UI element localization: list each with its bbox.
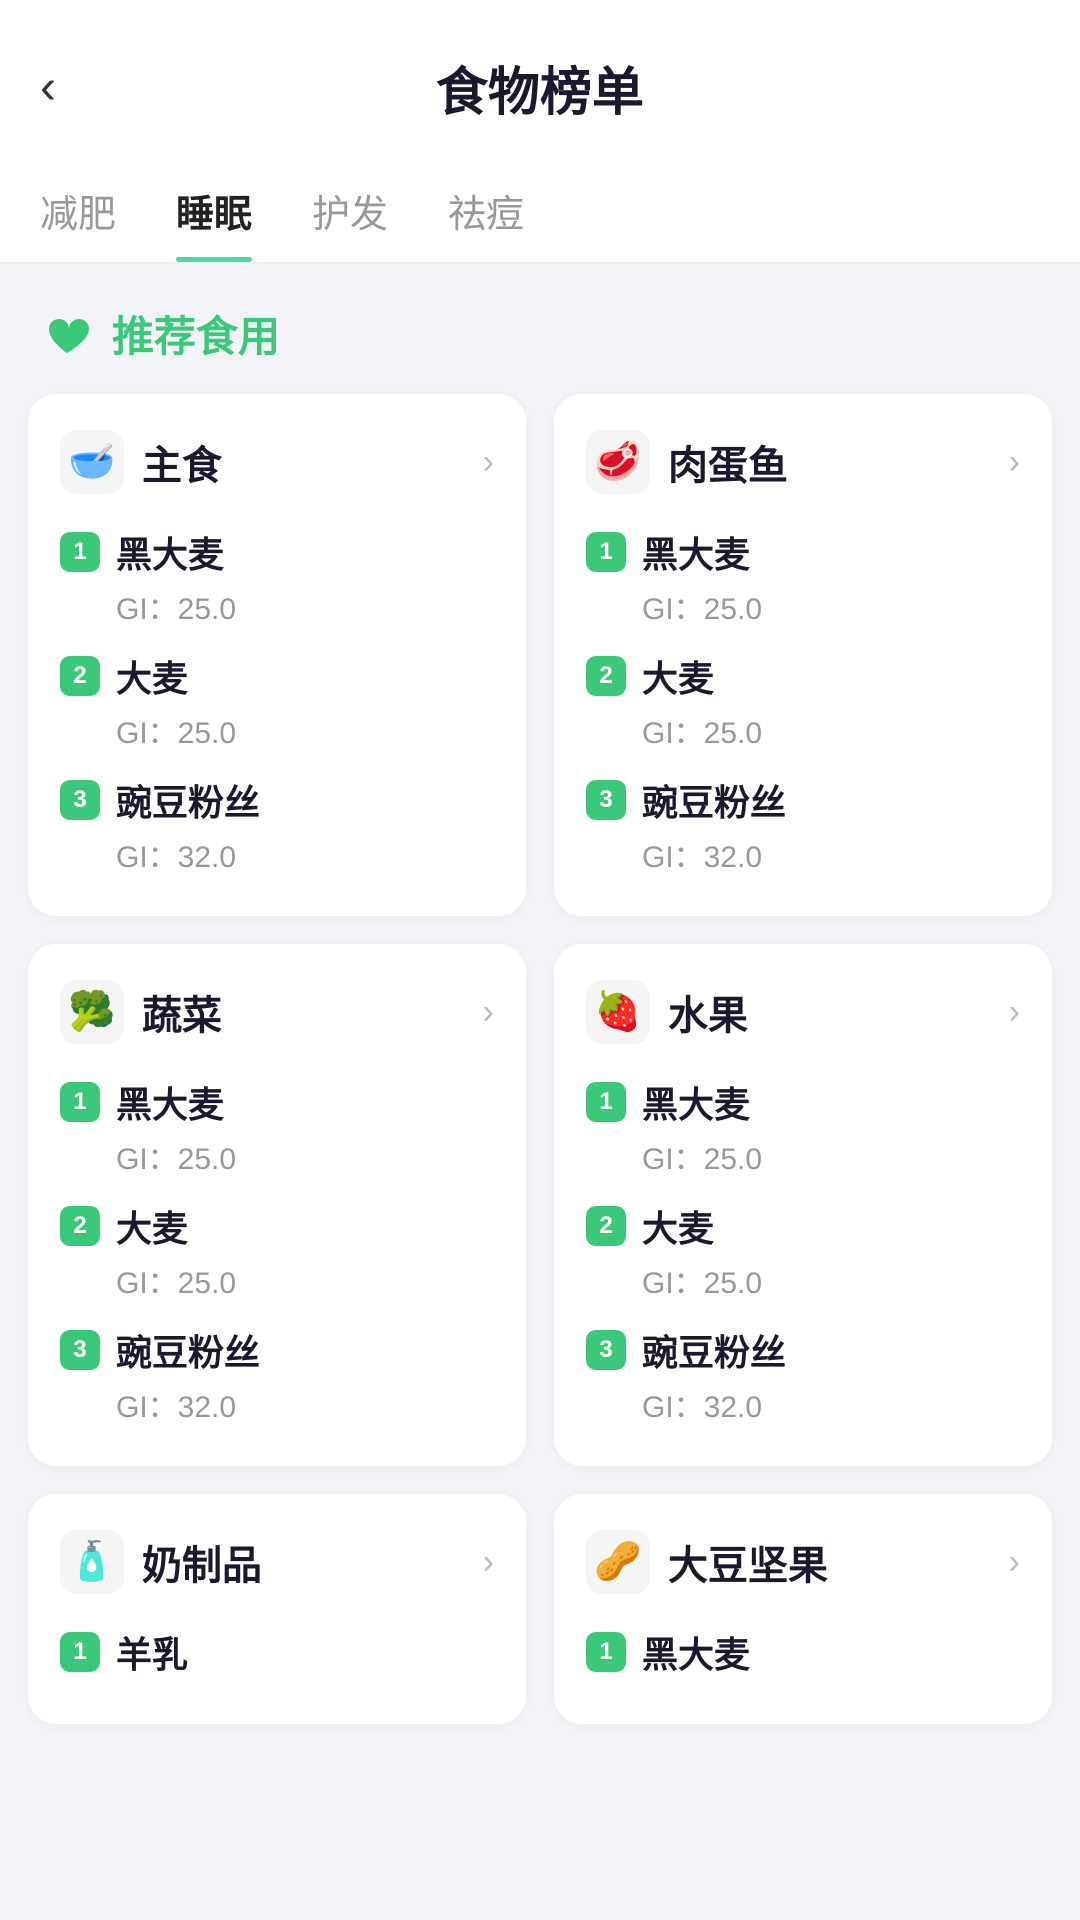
card-name-zhushi: 主食 bbox=[142, 433, 222, 491]
card-arrow-shucai: › bbox=[483, 993, 494, 1032]
card-icon-naizhipin: 🧴 bbox=[60, 1530, 124, 1594]
food-gi: GI：25.0 bbox=[60, 708, 494, 752]
list-item: 1 黑大麦 GI：25.0 bbox=[586, 1076, 1020, 1178]
rank-badge: 3 bbox=[60, 780, 100, 820]
food-gi: GI：25.0 bbox=[586, 584, 1020, 628]
food-name: 豌豆粉丝 bbox=[116, 1324, 260, 1376]
food-gi: GI：25.0 bbox=[586, 1134, 1020, 1178]
rank-badge: 1 bbox=[586, 532, 626, 572]
card-arrow-shuiguo: › bbox=[1009, 993, 1020, 1032]
tab-bar: 减肥睡眠护发祛痘 bbox=[0, 155, 1080, 263]
list-item: 3 豌豆粉丝 GI：32.0 bbox=[60, 1324, 494, 1426]
list-item: 3 豌豆粉丝 GI：32.0 bbox=[586, 774, 1020, 876]
food-name: 黑大麦 bbox=[116, 1076, 224, 1128]
list-item: 1 羊乳 bbox=[60, 1626, 494, 1678]
list-item: 1 黑大麦 GI：25.0 bbox=[60, 526, 494, 628]
tab-zhucuo[interactable]: 祛痘 bbox=[448, 155, 524, 262]
card-icon-zhushi: 🥣 bbox=[60, 430, 124, 494]
food-card-roudanyu[interactable]: 🥩 肉蛋鱼 › 1 黑大麦 GI：25.0 2 大麦 GI：25.0 3 豌豆粉丝 GI：32.0 bbox=[554, 394, 1052, 916]
food-gi: GI：32.0 bbox=[586, 832, 1020, 876]
food-name: 羊乳 bbox=[116, 1626, 188, 1678]
card-arrow-dadoujianguo: › bbox=[1009, 1543, 1020, 1582]
page-title: 食物榜单 bbox=[436, 50, 644, 125]
food-card-dadoujianguo[interactable]: 🥜 大豆坚果 › 1 黑大麦 bbox=[554, 1494, 1052, 1724]
food-gi: GI：25.0 bbox=[586, 708, 1020, 752]
food-name: 黑大麦 bbox=[642, 526, 750, 578]
food-name: 大麦 bbox=[642, 650, 714, 702]
food-name: 大麦 bbox=[642, 1200, 714, 1252]
list-item: 2 大麦 GI：25.0 bbox=[60, 1200, 494, 1302]
card-header-dadoujianguo: 🥜 大豆坚果 › bbox=[586, 1530, 1020, 1594]
rank-badge: 2 bbox=[586, 1206, 626, 1246]
rank-badge: 1 bbox=[586, 1082, 626, 1122]
food-card-naizhipin[interactable]: 🧴 奶制品 › 1 羊乳 bbox=[28, 1494, 526, 1724]
tab-hufa[interactable]: 护发 bbox=[312, 155, 388, 262]
food-gi: GI：32.0 bbox=[60, 832, 494, 876]
tab-jiefei[interactable]: 减肥 bbox=[40, 155, 116, 262]
card-name-shucai: 蔬菜 bbox=[142, 983, 222, 1041]
list-item: 1 黑大麦 GI：25.0 bbox=[586, 526, 1020, 628]
food-card-zhushi[interactable]: 🥣 主食 › 1 黑大麦 GI：25.0 2 大麦 GI：25.0 3 豌豆粉丝 GI：32.0 bbox=[28, 394, 526, 916]
list-item: 1 黑大麦 bbox=[586, 1626, 1020, 1678]
food-gi: GI：25.0 bbox=[60, 1134, 494, 1178]
food-gi: GI：25.0 bbox=[586, 1258, 1020, 1302]
card-icon-dadoujianguo: 🥜 bbox=[586, 1530, 650, 1594]
list-item: 3 豌豆粉丝 GI：32.0 bbox=[586, 1324, 1020, 1426]
card-header-roudanyu: 🥩 肉蛋鱼 › bbox=[586, 430, 1020, 494]
card-name-naizhipin: 奶制品 bbox=[142, 1533, 262, 1591]
card-name-roudanyu: 肉蛋鱼 bbox=[668, 433, 788, 491]
card-header-shuiguo: 🍓 水果 › bbox=[586, 980, 1020, 1044]
back-button[interactable]: ‹ bbox=[40, 64, 56, 112]
card-name-dadoujianguo: 大豆坚果 bbox=[668, 1533, 828, 1591]
rank-badge: 1 bbox=[60, 1082, 100, 1122]
rank-badge: 2 bbox=[586, 656, 626, 696]
rank-badge: 3 bbox=[586, 1330, 626, 1370]
card-icon-roudanyu: 🥩 bbox=[586, 430, 650, 494]
rank-badge: 1 bbox=[586, 1632, 626, 1672]
food-name: 大麦 bbox=[116, 1200, 188, 1252]
tab-shuimian[interactable]: 睡眠 bbox=[176, 155, 252, 262]
card-header-shucai: 🥦 蔬菜 › bbox=[60, 980, 494, 1044]
food-name: 豌豆粉丝 bbox=[116, 774, 260, 826]
food-name: 大麦 bbox=[116, 650, 188, 702]
card-icon-shuiguo: 🍓 bbox=[586, 980, 650, 1044]
section-label-text: 推荐食用 bbox=[112, 303, 280, 364]
food-gi: GI：32.0 bbox=[60, 1382, 494, 1426]
card-name-shuiguo: 水果 bbox=[668, 983, 748, 1041]
card-header-zhushi: 🥣 主食 › bbox=[60, 430, 494, 494]
food-name: 黑大麦 bbox=[642, 1626, 750, 1678]
food-card-shucai[interactable]: 🥦 蔬菜 › 1 黑大麦 GI：25.0 2 大麦 GI：25.0 3 豌豆粉丝 GI：32.0 bbox=[28, 944, 526, 1466]
rank-badge: 1 bbox=[60, 532, 100, 572]
heart-icon bbox=[40, 307, 94, 361]
rank-badge: 3 bbox=[60, 1330, 100, 1370]
food-card-shuiguo[interactable]: 🍓 水果 › 1 黑大麦 GI：25.0 2 大麦 GI：25.0 3 豌豆粉丝 GI：32.0 bbox=[554, 944, 1052, 1466]
card-arrow-roudanyu: › bbox=[1009, 443, 1020, 482]
rank-badge: 3 bbox=[586, 780, 626, 820]
card-header-naizhipin: 🧴 奶制品 › bbox=[60, 1530, 494, 1594]
header: ‹ 食物榜单 bbox=[0, 0, 1080, 155]
list-item: 1 黑大麦 GI：25.0 bbox=[60, 1076, 494, 1178]
rank-badge: 2 bbox=[60, 656, 100, 696]
card-icon-shucai: 🥦 bbox=[60, 980, 124, 1044]
section-label: 推荐食用 bbox=[0, 263, 1080, 394]
food-name: 豌豆粉丝 bbox=[642, 1324, 786, 1376]
food-name: 黑大麦 bbox=[116, 526, 224, 578]
list-item: 2 大麦 GI：25.0 bbox=[586, 1200, 1020, 1302]
food-gi: GI：25.0 bbox=[60, 584, 494, 628]
food-name: 豌豆粉丝 bbox=[642, 774, 786, 826]
card-arrow-naizhipin: › bbox=[483, 1543, 494, 1582]
list-item: 3 豌豆粉丝 GI：32.0 bbox=[60, 774, 494, 876]
food-gi: GI：25.0 bbox=[60, 1258, 494, 1302]
food-name: 黑大麦 bbox=[642, 1076, 750, 1128]
card-arrow-zhushi: › bbox=[483, 443, 494, 482]
list-item: 2 大麦 GI：25.0 bbox=[586, 650, 1020, 752]
list-item: 2 大麦 GI：25.0 bbox=[60, 650, 494, 752]
rank-badge: 1 bbox=[60, 1632, 100, 1672]
food-gi: GI：32.0 bbox=[586, 1382, 1020, 1426]
food-grid: 🥣 主食 › 1 黑大麦 GI：25.0 2 大麦 GI：25.0 3 豌豆粉丝 GI：32.0 🥩 肉蛋… bbox=[0, 394, 1080, 1752]
rank-badge: 2 bbox=[60, 1206, 100, 1246]
